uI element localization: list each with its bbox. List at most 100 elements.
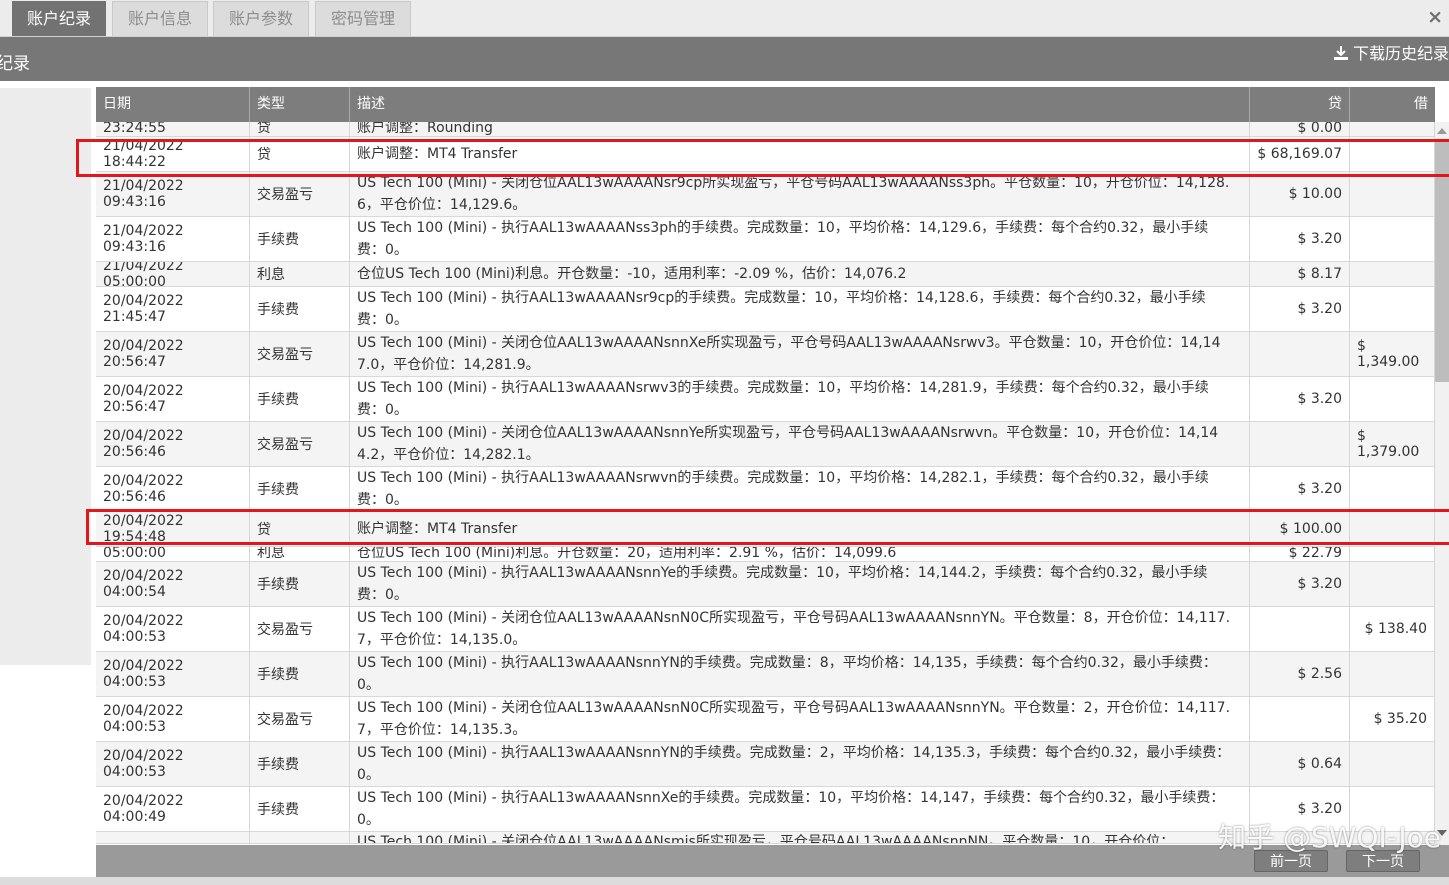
left-panel [0,88,91,665]
table-row[interactable]: 20/04/2022 04:00:53 手续费 US Tech 100 (Mini)… [96,652,1435,697]
cell-date: 20/04/2022 04:00:53 [96,742,250,786]
close-icon[interactable]: × [1427,6,1443,28]
cell-credit: $ 3.20 [1250,562,1350,606]
table-row[interactable]: 21/04/2022 09:43:16 交易盈亏 US Tech 100 (Mini… [96,172,1435,217]
column-header-credit[interactable]: 贷 [1250,87,1350,122]
cell-credit: $ 3.20 [1250,467,1350,511]
cell-description: US Tech 100 (Mini) - 执行AAL13wAAAANsnnYN的… [350,652,1250,696]
cell-debit [1350,787,1435,831]
cell-credit: $ 8.17 [1250,262,1350,286]
column-header-debit[interactable]: 借 [1350,87,1435,122]
cell-description: US Tech 100 (Mini) - 执行AAL13wAAAANsr9cp的… [350,287,1250,331]
toolbar: 纪录 下载历史纪录 [0,37,1449,81]
table-row[interactable]: 20/04/2022 19:54:48 贷账户调整：MT4 Transfer $ 1… [96,512,1435,547]
cell-credit: $ 68,169.07 [1250,137,1350,171]
cell-credit: $ 3.20 [1250,217,1350,261]
cell-description: US Tech 100 (Mini) - 关闭仓位AAL13wAAAANsnN0… [350,607,1250,651]
scroll-down-arrow-icon[interactable] [1437,830,1447,836]
column-header-type[interactable]: 类型 [250,87,350,122]
cell-type: 利息 [250,547,350,561]
cell-debit [1350,562,1435,606]
download-history-button[interactable]: 下载历史纪录 [1333,41,1449,67]
table-row[interactable]: 20/04/2022 04:00:53 手续费 US Tech 100 (Mini)… [96,742,1435,787]
download-label: 下载历史纪录 [1352,44,1449,63]
tab-account-info[interactable]: 账户信息 [112,1,208,36]
cell-type: 手续费 [250,377,350,421]
cell-type: 交易盈亏 [250,172,350,216]
cell-description: 仓位US Tech 100 (Mini)利息。开仓数量：-10，适用利率：-2.… [350,262,1250,286]
table-row[interactable]: 20/04/2022 04:00:49 手续费 US Tech 100 (Mini)… [96,787,1435,832]
table-row[interactable]: US Tech 100 (Mini) - 关闭仓位AAL13wAAAANsmjs… [96,832,1435,844]
table-row[interactable]: 20/04/2022 20:56:46 交易盈亏 US Tech 100 (Mini… [96,422,1435,467]
table-row[interactable]: 20/04/2022 20:56:47 手续费 US Tech 100 (Mini)… [96,377,1435,422]
table-row[interactable]: 20/04/2022 20:56:47 交易盈亏 US Tech 100 (Mini… [96,332,1435,377]
cell-date: 20/04/2022 04:00:53 [96,697,250,741]
cell-description: 账户调整：Rounding [350,122,1250,136]
table-row[interactable]: 20/04/2022 20:56:46 手续费 US Tech 100 (Mini)… [96,467,1435,512]
cell-type: 交易盈亏 [250,697,350,741]
table-header: 日期 类型 描述 贷 借 [96,87,1435,122]
cell-description: US Tech 100 (Mini) - 执行AAL13wAAAANsrwv3的… [350,377,1250,421]
cell-type: 贷 [250,512,350,546]
cell-type: 手续费 [250,787,350,831]
cell-debit [1350,547,1435,561]
next-page-button[interactable]: 下一页 [1346,850,1420,872]
cell-credit: $ 3.20 [1250,787,1350,831]
vertical-scrollbar[interactable] [1435,122,1449,845]
cell-description: US Tech 100 (Mini) - 执行AAL13wAAAANss3ph的… [350,217,1250,261]
cell-description: 账户调整：MT4 Transfer [350,512,1250,546]
cell-description: US Tech 100 (Mini) - 执行AAL13wAAAANsnnYe的… [350,562,1250,606]
table-row[interactable]: 21/04/2022 05:00:00 利息 仓位US Tech 100 (Mini… [96,262,1435,287]
cell-date: 21/04/2022 09:43:16 [96,217,250,261]
cell-credit: $ 2.56 [1250,652,1350,696]
table-row[interactable]: 20/04/2022 04:00:54 手续费 US Tech 100 (Mini)… [96,562,1435,607]
cell-debit: $ 138.40 [1350,607,1435,651]
table-row[interactable]: 21/04/2022 18:44:22 贷账户调整：MT4 Transfer $ 6… [96,137,1435,172]
cell-type: 手续费 [250,217,350,261]
tab-password-management[interactable]: 密码管理 [315,1,411,36]
cell-credit [1250,832,1350,843]
cell-debit [1350,137,1435,171]
scroll-thumb[interactable] [1435,142,1449,382]
cell-date: 21/04/2022 18:44:22 [96,137,250,171]
cell-credit: $ 3.20 [1250,377,1350,421]
cell-type: 贷 [250,137,350,171]
table-row[interactable]: 21/04/2022 09:43:16 手续费 US Tech 100 (Mini)… [96,217,1435,262]
cell-description: 仓位US Tech 100 (Mini)利息。开仓数量：20，适用利率：2.91… [350,547,1250,561]
column-header-description[interactable]: 描述 [350,87,1250,122]
cell-credit: $ 3.20 [1250,287,1350,331]
cell-credit [1250,332,1350,376]
cell-type: 交易盈亏 [250,422,350,466]
page-title: 纪录 [0,54,30,74]
cell-date: 20/04/2022 19:54:48 [96,512,250,546]
table-row[interactable]: 20/04/2022 04:00:53 交易盈亏 US Tech 100 (Mini… [96,607,1435,652]
cell-date: 21/04/2022 05:00:00 [96,262,250,286]
pagination-bar: 前一页 下一页 [96,845,1449,877]
cell-date: 21/04/2022 09:43:16 [96,172,250,216]
table-row[interactable]: 20/04/2022 04:00:53 交易盈亏 US Tech 100 (Mini… [96,697,1435,742]
cell-date [96,832,250,843]
cell-description: US Tech 100 (Mini) - 执行AAL13wAAAANsnnXe的… [350,787,1250,831]
scroll-up-arrow-icon[interactable] [1437,128,1447,134]
prev-page-button[interactable]: 前一页 [1254,850,1328,872]
table-row[interactable]: 20/04/2022 05:00:00利息仓位US Tech 100 (Mini… [96,547,1435,562]
table-row[interactable]: 20/04/2022 21:45:47 手续费 US Tech 100 (Mini)… [96,287,1435,332]
records-table: 日期 类型 描述 贷 借 29/12/2022 23:24:55贷账户调整：Ro… [96,87,1435,845]
cell-credit [1250,697,1350,741]
cell-debit [1350,172,1435,216]
tab-account-records[interactable]: 账户纪录 [12,1,106,36]
cell-date: 20/04/2022 20:56:46 [96,422,250,466]
cell-description: US Tech 100 (Mini) - 关闭仓位AAL13wAAAANsmjs… [350,832,1250,843]
download-icon [1333,46,1348,60]
bottom-strip [0,877,1449,885]
cell-credit: $ 0.64 [1250,742,1350,786]
tab-account-params[interactable]: 账户参数 [213,1,309,36]
cell-debit [1350,377,1435,421]
cell-date: 20/04/2022 04:00:53 [96,652,250,696]
cell-date: 20/04/2022 04:00:49 [96,787,250,831]
column-header-date[interactable]: 日期 [96,87,250,122]
cell-type: 贷 [250,122,350,136]
table-row[interactable]: 29/12/2022 23:24:55贷账户调整：Rounding$ 0.00 [96,122,1435,137]
cell-type: 手续费 [250,287,350,331]
cell-date: 20/04/2022 05:00:00 [96,547,250,561]
